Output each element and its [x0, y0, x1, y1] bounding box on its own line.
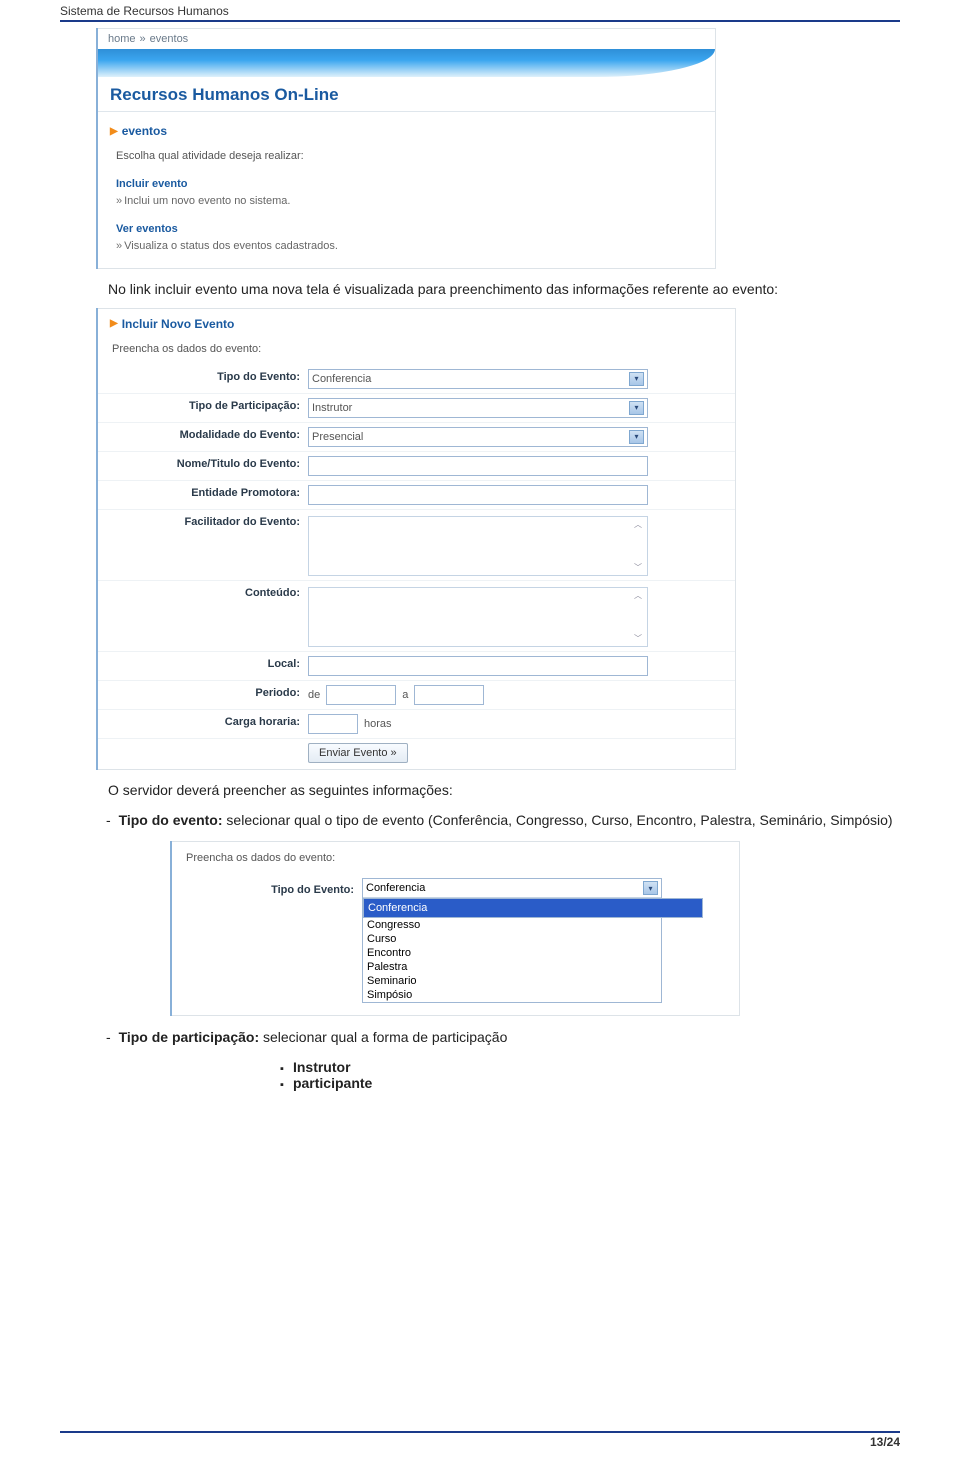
- textarea-conteudo[interactable]: ︿﹀: [308, 587, 648, 647]
- label-facilitador: Facilitador do Evento:: [98, 510, 308, 580]
- label-modalidade: Modalidade do Evento:: [98, 423, 308, 451]
- chevron-down-icon: ▾: [629, 372, 644, 386]
- select-tipo-evento[interactable]: Conferencia ▾: [308, 369, 648, 389]
- label-tipo-participacao: Tipo de Participação:: [98, 394, 308, 422]
- module-title: Recursos Humanos On-Line: [98, 81, 715, 112]
- option-conferencia[interactable]: Conferencia: [363, 898, 703, 918]
- periodo-a-text: a: [402, 689, 408, 701]
- page-number: 13/24: [60, 1433, 900, 1449]
- prompt-text: Escolha qual atividade deseja realizar:: [116, 148, 701, 166]
- select-tipo-evento-open[interactable]: Conferencia ▾ Conferencia Congresso Curs…: [362, 878, 662, 1003]
- option-congresso[interactable]: Congresso: [363, 918, 661, 932]
- sub-bullet-participante: participante: [280, 1075, 900, 1091]
- scroll-up-icon: ︿: [631, 590, 645, 601]
- link-incluir-evento-desc: »Inclui um novo evento no sistema.: [116, 193, 701, 211]
- breadcrumb-current: eventos: [150, 33, 189, 45]
- triangle-right-icon: ▶: [110, 126, 118, 137]
- section-header-eventos: ▶ eventos: [98, 112, 715, 142]
- option-curso[interactable]: Curso: [363, 932, 661, 946]
- option-encontro[interactable]: Encontro: [363, 946, 661, 960]
- bullet-tipo-participacao: Tipo de participação: selecionar qual a …: [120, 1026, 900, 1048]
- label-tipo-evento: Tipo do Evento:: [182, 878, 362, 896]
- input-periodo-de[interactable]: [326, 685, 396, 705]
- header-rule: [60, 20, 900, 22]
- option-simposio[interactable]: Simpósio: [363, 988, 661, 1002]
- scroll-down-icon: ﹀: [631, 633, 645, 644]
- breadcrumb-home-link[interactable]: home: [108, 33, 136, 45]
- screenshot-eventos-menu: home » eventos Recursos Humanos On-Line …: [96, 28, 716, 269]
- sub-bullet-instrutor: Instrutor: [280, 1059, 900, 1075]
- chevron-down-icon: ▾: [643, 881, 658, 895]
- option-palestra[interactable]: Palestra: [363, 960, 661, 974]
- bullet-tipo-evento: Tipo do evento: selecionar qual o tipo d…: [120, 809, 900, 831]
- header-swoosh: [98, 49, 715, 77]
- form-instruction: Preencha os dados do evento:: [182, 852, 729, 878]
- section-title: eventos: [122, 124, 167, 138]
- carga-unit: horas: [364, 718, 392, 730]
- input-local[interactable]: [308, 656, 648, 676]
- label-entidade: Entidade Promotora:: [98, 481, 308, 509]
- form-instruction: Preencha os dados do evento:: [98, 335, 735, 365]
- label-local: Local:: [98, 652, 308, 680]
- link-incluir-evento[interactable]: Incluir evento: [116, 176, 701, 194]
- option-seminario[interactable]: Seminario: [363, 974, 661, 988]
- select-tipo-participacao[interactable]: Instrutor ▾: [308, 398, 648, 418]
- label-conteudo: Conteúdo:: [98, 581, 308, 651]
- label-tipo-evento: Tipo do Evento:: [98, 365, 308, 393]
- screenshot-tipo-evento-dropdown: Preencha os dados do evento: Tipo do Eve…: [170, 841, 740, 1016]
- textarea-facilitador[interactable]: ︿﹀: [308, 516, 648, 576]
- breadcrumb: home » eventos: [98, 29, 715, 49]
- input-nome-titulo[interactable]: [308, 456, 648, 476]
- label-periodo: Periodo:: [98, 681, 308, 709]
- enviar-evento-button[interactable]: Enviar Evento »: [308, 743, 408, 763]
- triangle-right-icon: ▶: [110, 318, 118, 329]
- chevron-right-icon: »: [140, 33, 146, 45]
- select-modalidade[interactable]: Presencial ▾: [308, 427, 648, 447]
- chevron-down-icon: ▾: [629, 401, 644, 415]
- doc-header: Sistema de Recursos Humanos: [60, 0, 900, 18]
- scroll-down-icon: ﹀: [631, 562, 645, 573]
- input-carga[interactable]: [308, 714, 358, 734]
- link-ver-eventos[interactable]: Ver eventos: [116, 221, 701, 239]
- input-entidade[interactable]: [308, 485, 648, 505]
- select-current-value: Conferencia: [366, 882, 425, 894]
- periodo-de-text: de: [308, 689, 320, 701]
- paragraph-1: No link incluir evento uma nova tela é v…: [60, 279, 900, 300]
- section-header-incluir: ▶ Incluir Novo Evento: [98, 309, 735, 335]
- label-carga: Carga horaria:: [98, 710, 308, 738]
- chevron-down-icon: ▾: [629, 430, 644, 444]
- paragraph-2: O servidor deverá preencher as seguintes…: [60, 780, 900, 801]
- label-nome-titulo: Nome/Titulo do Evento:: [98, 452, 308, 480]
- link-ver-eventos-desc: »Visualiza o status dos eventos cadastra…: [116, 238, 701, 256]
- input-periodo-a[interactable]: [414, 685, 484, 705]
- form-title: Incluir Novo Evento: [122, 317, 235, 331]
- screenshot-incluir-novo-evento: ▶ Incluir Novo Evento Preencha os dados …: [96, 308, 736, 770]
- scroll-up-icon: ︿: [631, 519, 645, 530]
